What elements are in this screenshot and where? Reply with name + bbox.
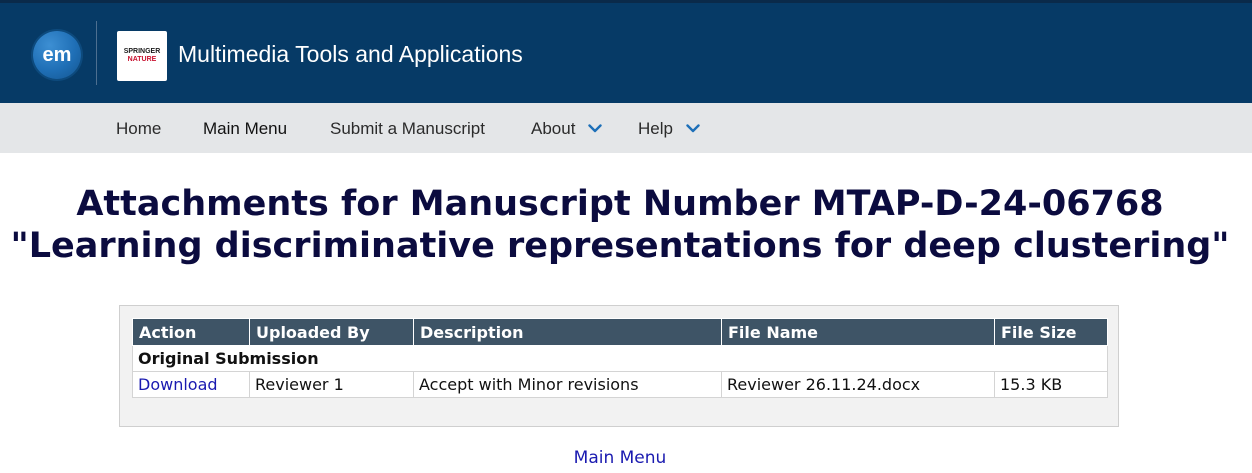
nav-about[interactable]: About [531, 103, 602, 153]
header-divider [96, 21, 97, 85]
footer-nav: Main Menu [0, 448, 1240, 468]
file-name-cell: Reviewer 26.11.24.docx [721, 371, 995, 398]
chevron-down-icon [686, 123, 700, 132]
column-header-file-name: File Name [721, 318, 995, 346]
nav-about-label: About [531, 119, 576, 138]
nav-main-menu-label: Main Menu [203, 119, 288, 138]
page-title-line1: Attachments for Manuscript Number MTAP-D… [76, 184, 1164, 224]
publisher-logo-line2: NATURE [127, 56, 157, 63]
publisher-logo-line1: SPRINGER [123, 48, 161, 55]
chevron-down-icon [588, 123, 602, 132]
nav-home[interactable]: Home [116, 103, 161, 153]
main-nav: Home Main Menu Submit a Manuscript About… [0, 103, 1252, 153]
nav-home-label: Home [116, 119, 162, 138]
em-logo[interactable]: em [33, 31, 81, 79]
attachments-table: Action Uploaded By Description File Name… [132, 318, 1108, 398]
column-header-action: Action [132, 318, 250, 346]
column-header-description: Description [413, 318, 722, 346]
nav-help[interactable]: Help [638, 103, 700, 153]
section-label: Original Submission [132, 345, 1108, 372]
uploaded-by-cell: Reviewer 1 [249, 371, 414, 398]
nav-main-menu[interactable]: Main Menu [203, 103, 287, 153]
nav-help-label: Help [638, 119, 673, 138]
download-link[interactable]: Download [138, 375, 218, 394]
file-size-cell: 15.3 KB [994, 371, 1108, 398]
page-title: Attachments for Manuscript Number MTAP-D… [0, 183, 1240, 267]
site-header: em SPRINGER NATURE Multimedia Tools and … [0, 0, 1252, 103]
column-header-file-size: File Size [994, 318, 1108, 346]
springer-nature-logo: SPRINGER NATURE [117, 31, 167, 81]
section-row: Original Submission [132, 345, 1108, 372]
column-header-uploaded-by: Uploaded By [249, 318, 414, 346]
table-header-row: Action Uploaded By Description File Name… [132, 318, 1108, 346]
table-row: Download Reviewer 1 Accept with Minor re… [132, 371, 1108, 398]
page-title-line2: "Learning discriminative representations… [10, 226, 1230, 266]
nav-submit-manuscript[interactable]: Submit a Manuscript [330, 103, 485, 153]
main-menu-link[interactable]: Main Menu [574, 448, 667, 468]
description-cell: Accept with Minor revisions [413, 371, 722, 398]
action-cell: Download [132, 371, 250, 398]
journal-title[interactable]: Multimedia Tools and Applications [178, 41, 523, 68]
nav-submit-manuscript-label: Submit a Manuscript [330, 119, 485, 138]
